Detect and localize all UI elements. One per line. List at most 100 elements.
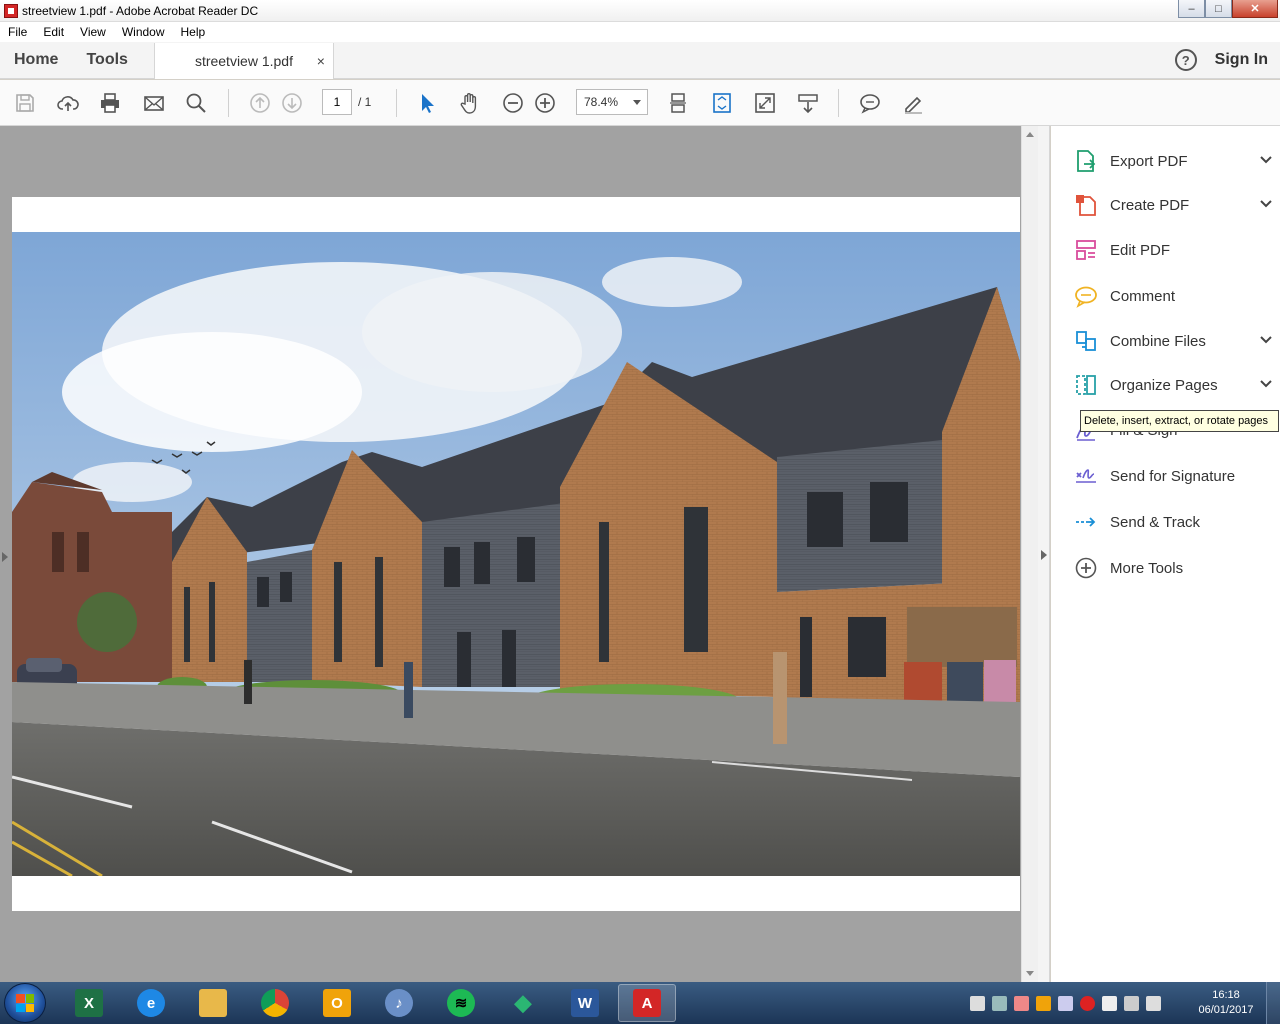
zoom-in-icon[interactable] <box>533 91 557 115</box>
menu-file[interactable]: File <box>0 25 35 39</box>
chevron-down-icon[interactable] <box>1259 377 1273 394</box>
menu-view[interactable]: View <box>72 25 114 39</box>
left-pane-toggle-icon[interactable] <box>2 552 8 562</box>
zoom-select[interactable]: 78.4% <box>576 89 648 115</box>
taskbar-sketchup[interactable]: ◆ <box>494 984 552 1022</box>
tool-send-track[interactable]: Send & Track <box>1073 506 1273 538</box>
print-icon[interactable] <box>98 91 122 115</box>
spotify-icon: ≋ <box>447 989 475 1017</box>
chevron-down-icon[interactable] <box>1259 333 1273 350</box>
vertical-scrollbar[interactable] <box>1021 126 1038 982</box>
close-tab-icon[interactable]: × <box>317 53 325 69</box>
taskbar-excel[interactable]: X <box>60 984 118 1022</box>
collapse-pane-icon[interactable] <box>1041 550 1047 560</box>
tool-comment[interactable]: Comment <box>1073 280 1273 312</box>
taskbar-file-explorer[interactable] <box>184 984 242 1022</box>
tab-home[interactable]: Home <box>0 42 72 78</box>
scroll-down-icon[interactable] <box>1026 971 1034 976</box>
next-page-icon[interactable] <box>280 91 304 115</box>
start-button[interactable] <box>4 983 46 1023</box>
highlight-pen-icon[interactable] <box>901 91 925 115</box>
chevron-down-icon[interactable] <box>1259 197 1273 214</box>
taskbar-spotify[interactable]: ≋ <box>432 984 490 1022</box>
security-tray-icon[interactable] <box>1080 995 1095 1011</box>
minimize-button[interactable]: – <box>1178 0 1205 18</box>
network-activity-icon[interactable] <box>992 995 1007 1011</box>
maximize-button[interactable]: □ <box>1205 0 1232 18</box>
read-mode-icon[interactable] <box>796 91 820 115</box>
page-number-input[interactable]: 1 <box>322 89 352 115</box>
windows-taskbar: X e O ♪ ≋ ◆ W A 16:18 06/01/2017 <box>0 982 1280 1024</box>
tab-tools[interactable]: Tools <box>72 42 141 78</box>
sign-in-button[interactable]: Sign In <box>1215 51 1268 69</box>
tool-organize-pages[interactable]: Organize Pages <box>1073 369 1273 401</box>
tool-export-pdf[interactable]: Export PDF <box>1073 145 1273 177</box>
taskbar-itunes[interactable]: ♪ <box>370 984 428 1022</box>
full-screen-icon[interactable] <box>753 91 777 115</box>
select-cursor-icon[interactable] <box>415 91 439 115</box>
taskbar-word[interactable]: W <box>556 984 614 1022</box>
pdf-page <box>12 197 1020 911</box>
system-clock[interactable]: 16:18 06/01/2017 <box>1196 988 1256 1018</box>
organize-pages-icon <box>1073 372 1099 398</box>
page-total: / 1 <box>358 95 372 109</box>
email-icon[interactable] <box>142 91 166 115</box>
tool-edit-pdf[interactable]: Edit PDF <box>1073 234 1273 266</box>
help-icon[interactable]: ? <box>1174 49 1197 71</box>
display-tray-icon[interactable] <box>1058 995 1073 1011</box>
chevron-down-icon[interactable] <box>1259 153 1273 170</box>
tools-pane: Export PDF Create PDF Edit PDF Comment C… <box>1051 126 1280 982</box>
edit-pdf-icon <box>1073 237 1099 263</box>
scroll-up-icon[interactable] <box>1026 132 1034 137</box>
excel-icon: X <box>75 989 103 1017</box>
street-view-image <box>12 232 1020 876</box>
tab-document[interactable]: streetview 1.pdf × <box>153 43 334 79</box>
taskbar-internet-explorer[interactable]: e <box>122 984 180 1022</box>
menu-window[interactable]: Window <box>114 25 173 39</box>
tools-pane-splitter[interactable] <box>1038 126 1050 982</box>
export-pdf-icon <box>1073 148 1099 174</box>
menu-help[interactable]: Help <box>173 25 214 39</box>
upload-cloud-icon[interactable] <box>56 91 80 115</box>
page-scroll-mode-icon[interactable] <box>666 91 690 115</box>
tool-create-pdf[interactable]: Create PDF <box>1073 189 1273 221</box>
action-center-flag-icon[interactable] <box>1102 995 1117 1011</box>
fit-page-icon[interactable] <box>710 91 734 115</box>
folder-icon <box>199 989 227 1017</box>
taskbar-outlook[interactable]: O <box>308 984 366 1022</box>
document-viewer[interactable] <box>0 126 1021 982</box>
tool-label: Send for Signature <box>1110 467 1236 485</box>
menu-bar: File Edit View Window Help <box>0 22 1280 42</box>
outlook-tray-icon[interactable] <box>1036 995 1051 1011</box>
network-icon[interactable] <box>1124 995 1139 1011</box>
window-title: streetview 1.pdf - Adobe Acrobat Reader … <box>22 3 259 18</box>
show-desktop-button[interactable] <box>1266 982 1280 1024</box>
comment-tool-icon[interactable] <box>858 91 882 115</box>
combine-files-icon <box>1073 328 1099 354</box>
tool-send-for-signature[interactable]: Send for Signature <box>1073 460 1273 492</box>
send-signature-icon <box>1073 463 1099 489</box>
app-tray-icon[interactable] <box>1014 995 1029 1011</box>
taskbar-chrome[interactable] <box>246 984 304 1022</box>
close-window-button[interactable]: ✕ <box>1232 0 1278 18</box>
system-tray <box>970 982 1161 1024</box>
itunes-icon: ♪ <box>385 989 413 1017</box>
document-tab-label: streetview 1.pdf <box>194 53 293 69</box>
dropbox-icon[interactable] <box>970 995 985 1011</box>
tool-combine-files[interactable]: Combine Files <box>1073 325 1273 357</box>
menu-edit[interactable]: Edit <box>35 25 72 39</box>
acrobat-app-icon[interactable] <box>4 3 18 18</box>
taskbar-acrobat[interactable]: A <box>618 984 676 1022</box>
save-icon[interactable] <box>13 91 37 115</box>
search-icon[interactable] <box>184 91 208 115</box>
zoom-out-icon[interactable] <box>501 91 525 115</box>
volume-icon[interactable] <box>1146 995 1161 1011</box>
more-tools-icon <box>1073 555 1099 581</box>
chevron-down-icon <box>633 100 641 105</box>
previous-page-icon[interactable] <box>248 91 272 115</box>
chrome-icon <box>261 989 289 1017</box>
gem-icon: ◆ <box>514 990 532 1015</box>
tool-more-tools[interactable]: More Tools <box>1073 552 1273 584</box>
hand-tool-icon[interactable] <box>458 91 482 115</box>
windows-logo-icon <box>16 994 34 1012</box>
